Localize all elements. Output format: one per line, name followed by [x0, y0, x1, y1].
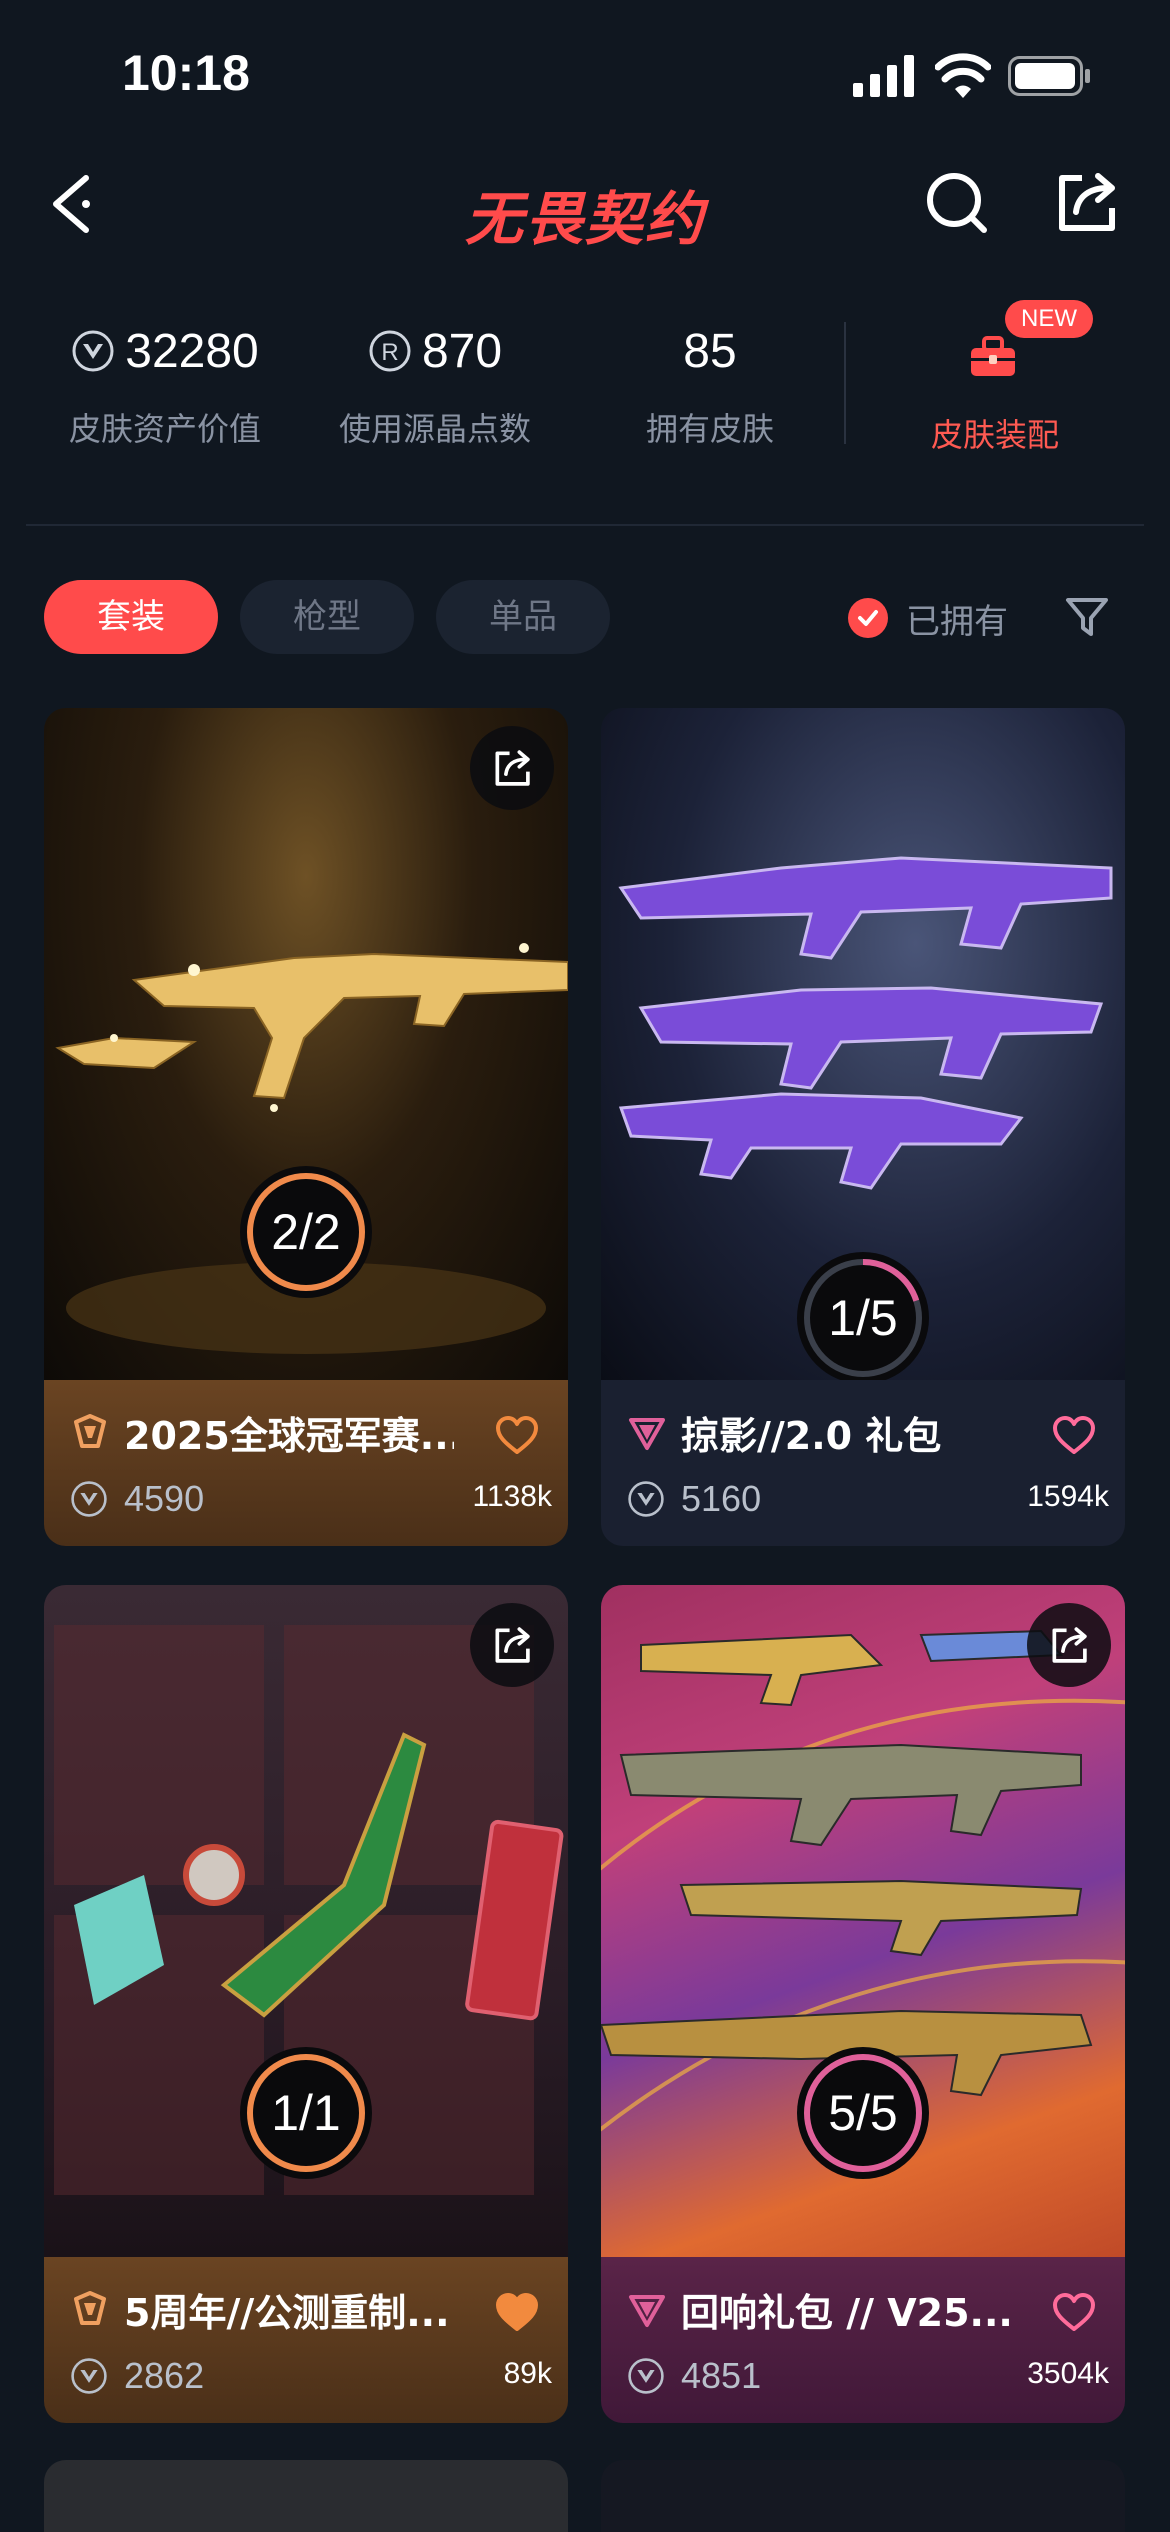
stat-label: 使用源晶点数	[338, 410, 531, 448]
new-badge: NEW	[1005, 300, 1093, 338]
bundle-title: 回响礼包 // V25...	[681, 2290, 1011, 2335]
bundle-price: 5160	[681, 1478, 762, 1519]
vp-icon	[72, 330, 114, 372]
bundle-info: 2025全球冠军赛... 4590 1138k	[44, 1380, 568, 1546]
bundle-price: 4590	[124, 1478, 205, 1519]
heart-outline-icon[interactable]	[1051, 1414, 1097, 1456]
like-count: 3504k	[1027, 2357, 1109, 2390]
like-count: 89k	[503, 2357, 552, 2390]
skin-equip-label: 皮肤装配	[930, 416, 1059, 454]
stat-radianite: R 870 使用源晶点数	[330, 320, 540, 450]
collection-progress: 2/2	[236, 1162, 376, 1302]
bundle-title: 2025全球冠军赛...	[124, 1413, 454, 1458]
battery-icon	[1008, 56, 1090, 96]
bundle-card[interactable]: 1/1 5周年//公测重制... 2862 89k	[44, 1585, 568, 2423]
search-icon[interactable]	[920, 166, 992, 238]
like-count: 1594k	[1027, 1480, 1109, 1513]
stat-label: 皮肤资产价值	[68, 410, 261, 448]
status-time: 10:18	[122, 45, 250, 101]
stats-panel: 32280 皮肤资产价值 R 870 使用源晶点数 85 拥有皮肤 NEW 皮肤…	[0, 300, 1170, 470]
tier-icon	[74, 2291, 106, 2325]
share-icon[interactable]	[470, 1603, 554, 1687]
bundle-price: 4851	[681, 2355, 762, 2396]
app-logo: 无畏契约	[464, 185, 705, 253]
divider	[26, 524, 1144, 526]
bundle-artwork: 1/1	[44, 1585, 568, 2257]
stat-divider	[844, 322, 846, 444]
progress-text: 1/1	[271, 2085, 341, 2141]
tab-single-items[interactable]: 单品	[436, 580, 610, 654]
bundle-card[interactable]: 1/5 掠影//2.0 礼包 5160 1594k	[601, 708, 1125, 1546]
stat-label: 拥有皮肤	[645, 410, 774, 448]
bundle-artwork: 1/5	[601, 708, 1125, 1384]
collection-progress: 1/5	[793, 1248, 933, 1388]
bundle-artwork: 5/5	[601, 1585, 1125, 2257]
progress-text: 5/5	[828, 2085, 898, 2141]
filter-icon[interactable]	[1062, 592, 1112, 642]
vp-icon	[628, 1481, 664, 1517]
bundle-info: 掠影//2.0 礼包 5160 1594k	[601, 1380, 1125, 1546]
collection-progress: 5/5	[793, 2043, 933, 2183]
bundle-card-peek[interactable]	[601, 2460, 1125, 2532]
progress-text: 1/5	[828, 1290, 898, 1346]
vp-icon	[628, 2358, 664, 2394]
stat-asset-value: 32280 皮肤资产价值	[60, 320, 270, 450]
owned-filter-label: 已拥有	[906, 601, 1008, 642]
toolbox-icon	[971, 336, 1015, 376]
bundle-artwork: 2/2	[44, 708, 568, 1380]
bundle-card[interactable]: 5/5 回响礼包 // V25... 4851 3504k	[601, 1585, 1125, 2423]
tier-icon	[629, 1418, 665, 1450]
tab-bundles[interactable]: 套装	[44, 580, 218, 654]
bundle-info: 5周年//公测重制... 2862 89k	[44, 2257, 568, 2423]
heart-outline-icon[interactable]	[1051, 2291, 1097, 2333]
share-icon[interactable]	[1050, 166, 1122, 238]
bundle-info: 回响礼包 // V25... 4851 3504k	[601, 2257, 1125, 2423]
bundle-price: 2862	[124, 2355, 205, 2396]
share-icon[interactable]	[470, 726, 554, 810]
heart-outline-icon[interactable]	[494, 1414, 540, 1456]
header: 无畏契约	[0, 150, 1170, 260]
tab-weapon-types[interactable]: 枪型	[240, 580, 414, 654]
checkmark-icon	[848, 598, 888, 638]
status-bar: 10:18	[0, 0, 1170, 150]
heart-filled-icon[interactable]	[494, 2291, 540, 2333]
owned-filter-toggle[interactable]: 已拥有	[848, 594, 1008, 642]
progress-text: 2/2	[271, 1204, 341, 1260]
bundle-card[interactable]: 2/2 2025全球冠军赛... 4590 1138k	[44, 708, 568, 1546]
stat-owned-skins: 85 拥有皮肤	[620, 320, 800, 450]
tier-icon	[629, 2295, 665, 2327]
stat-value: 32280	[125, 324, 259, 378]
stat-value: 85	[683, 324, 737, 378]
vp-icon	[71, 1481, 107, 1517]
tier-icon	[74, 1414, 106, 1448]
signal-icon	[853, 55, 914, 97]
category-tabs: 套装 枪型 单品 已拥有	[0, 580, 1170, 656]
share-icon[interactable]	[1027, 1603, 1111, 1687]
collection-progress: 1/1	[236, 2043, 376, 2183]
wifi-icon	[935, 53, 991, 98]
bundle-title: 5周年//公测重制...	[124, 2290, 450, 2335]
vp-icon	[71, 2358, 107, 2394]
like-count: 1138k	[472, 1480, 552, 1513]
bundle-card-peek[interactable]	[44, 2460, 568, 2532]
bundle-title: 掠影//2.0 礼包	[681, 1413, 942, 1458]
radianite-icon: R	[369, 330, 411, 372]
svg-text:R: R	[381, 339, 398, 366]
stat-value: 870	[421, 324, 503, 378]
